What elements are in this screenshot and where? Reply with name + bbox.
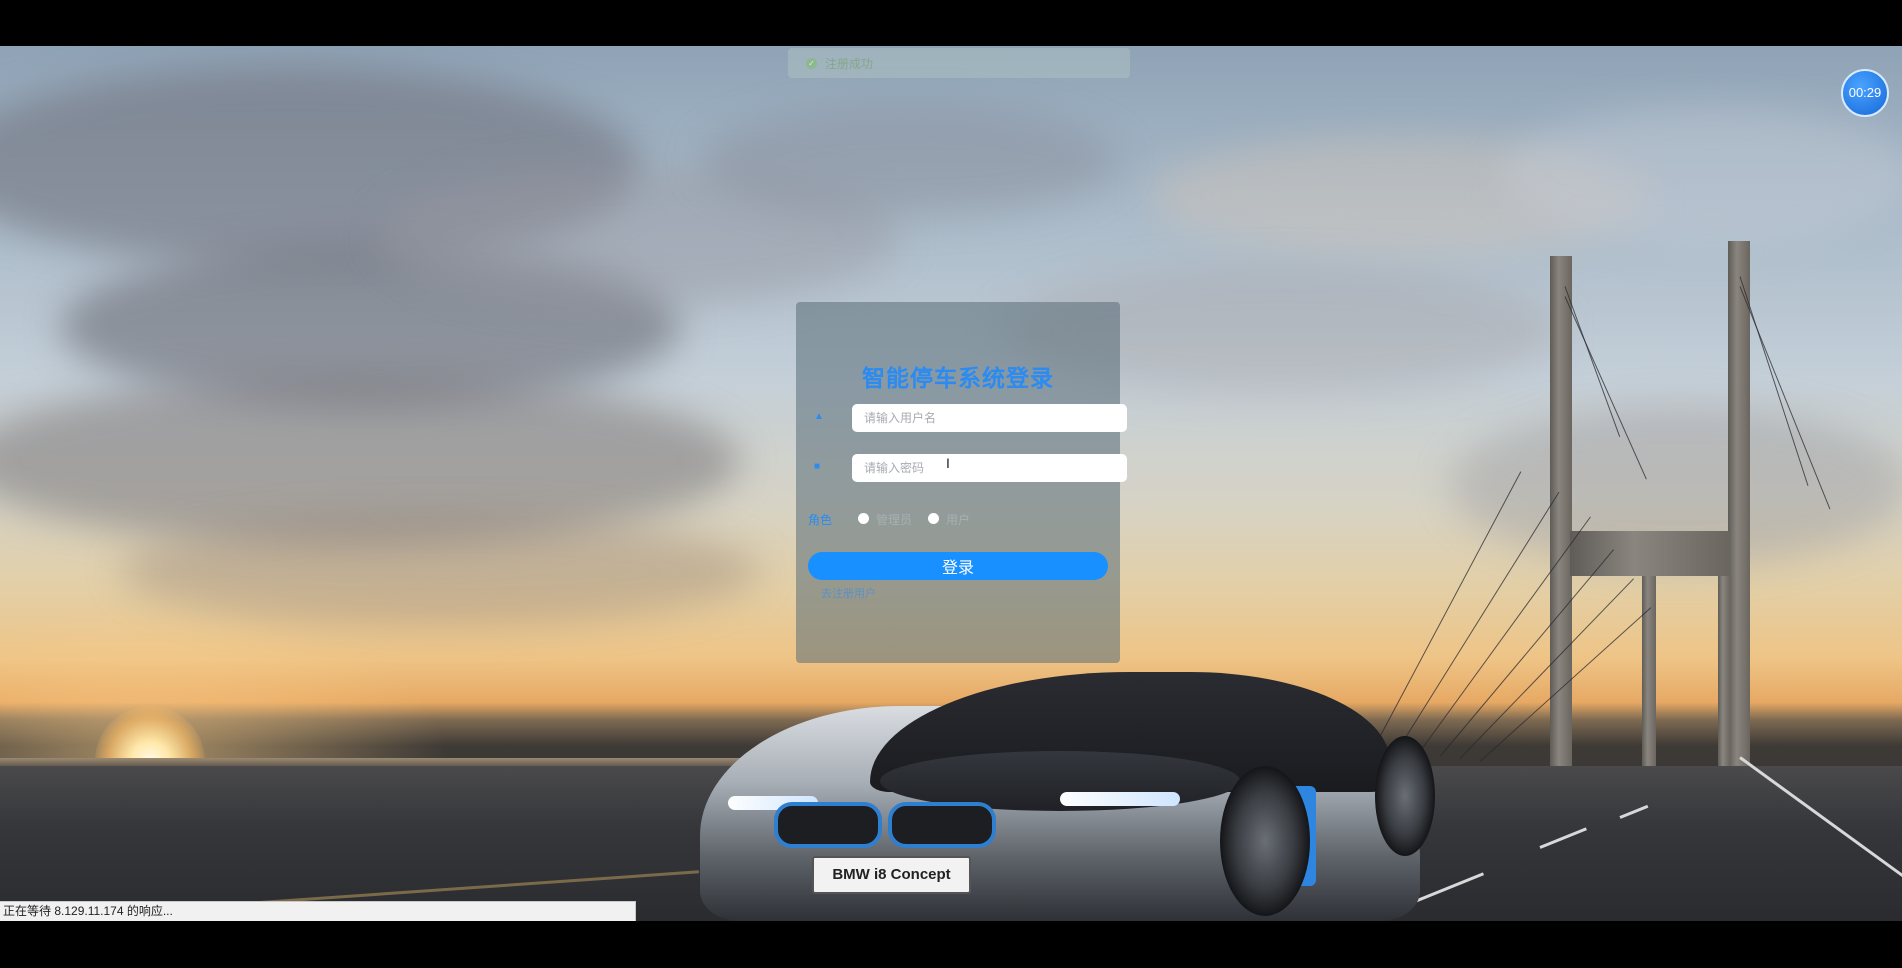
timer-badge: 00:29 <box>1841 69 1889 117</box>
login-button[interactable]: 登录 <box>808 552 1108 580</box>
check-circle-icon: ✓ <box>806 57 817 69</box>
license-plate: BMW i8 Concept <box>812 856 971 894</box>
password-row: ■ <box>814 454 1127 482</box>
login-title: 智能停车系统登录 <box>862 365 1054 391</box>
top-letterbox <box>0 0 1902 46</box>
text-cursor-icon: I <box>946 455 950 471</box>
role-option-user-label: 用户 <box>946 513 971 527</box>
bottom-letterbox <box>0 921 1902 968</box>
user-icon: ▲ <box>814 411 824 422</box>
role-radio-admin[interactable] <box>858 513 869 524</box>
role-radio-user[interactable] <box>928 513 939 524</box>
success-toast: ✓ 注册成功 <box>788 48 1130 78</box>
role-selector: 角色 管理员 用户 <box>808 510 1108 528</box>
password-input[interactable] <box>852 454 1127 482</box>
username-row: ▲ <box>814 404 1127 432</box>
lock-icon: ■ <box>814 461 821 472</box>
username-input[interactable] <box>852 404 1127 432</box>
login-panel: 智能停车系统登录 ▲ ■ 角色 管理员 用户 登录 去注册用户 <box>796 302 1127 663</box>
register-link[interactable]: 去注册用户 <box>821 585 876 601</box>
toast-message: 注册成功 <box>825 56 874 71</box>
role-option-admin-label: 管理员 <box>876 513 913 527</box>
status-bar: 正在等待 8.129.11.174 的响应... <box>0 901 636 921</box>
role-label: 角色 <box>808 513 833 527</box>
